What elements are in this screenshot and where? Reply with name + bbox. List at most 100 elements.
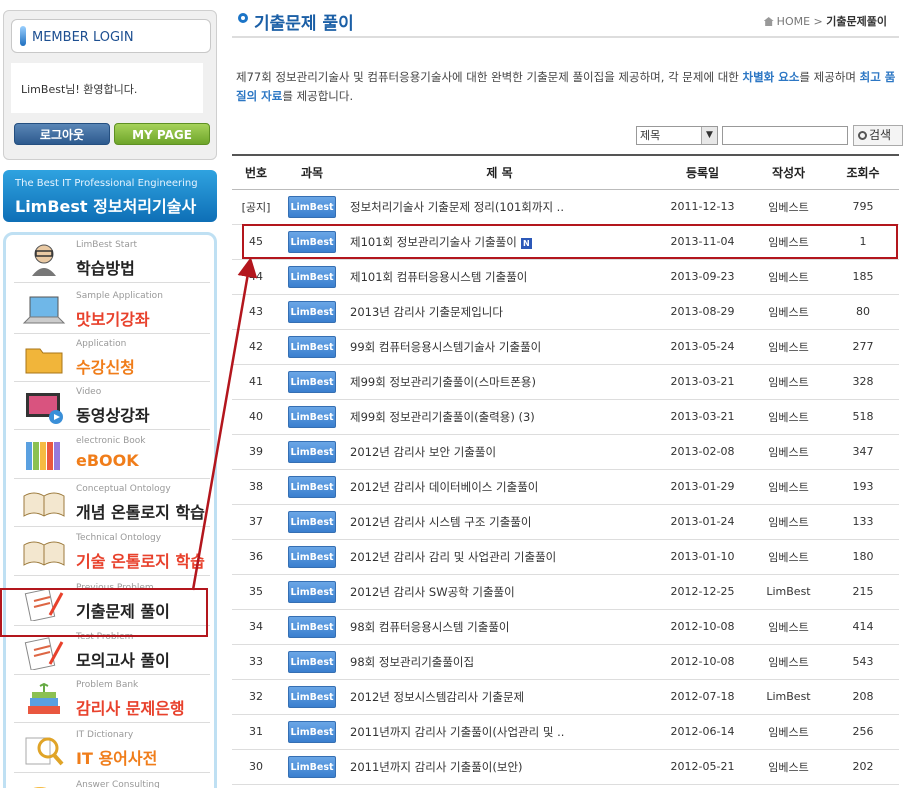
post-title-link[interactable]: 2012년 감리사 시스템 구조 기출풀이 — [350, 515, 531, 529]
limbest-banner[interactable]: The Best IT Professional Engineering Lim… — [3, 170, 217, 222]
cell-title[interactable]: 정보처리기술사 기출문제 정리(101회까지 .. — [344, 189, 655, 225]
cell-date: 2012-10-08 — [655, 609, 750, 645]
cell-subject: LimBest — [280, 714, 344, 750]
cell-author: 임베스트 — [750, 364, 827, 400]
post-title-link[interactable]: 98회 컴퓨터응용시스템 기출풀이 — [350, 620, 509, 634]
cell-number: 31 — [232, 714, 280, 750]
sidebar-menu-item[interactable]: Answer Consulting — [14, 775, 210, 788]
subject-tag: LimBest — [288, 720, 336, 743]
search-icon — [858, 131, 867, 140]
cell-number: [공지] — [232, 189, 280, 225]
post-title-link[interactable]: 98회 정보관리기출풀이집 — [350, 655, 474, 669]
cell-author: 임베스트 — [750, 259, 827, 295]
home-icon[interactable] — [763, 17, 774, 26]
menu-item-english-label: LimBest Start — [76, 240, 138, 250]
table-row[interactable]: 36 LimBest 2012년 감리사 감리 및 사업관리 기출풀이 2013-01… — [232, 539, 899, 575]
breadcrumb-home[interactable]: HOME — [777, 15, 810, 28]
sidebar-menu-item[interactable]: Video 동영상강좌 — [14, 382, 210, 430]
sidebar-menu-item[interactable]: electronic Book eBOOK — [14, 431, 210, 479]
cell-author: LimBest — [750, 574, 827, 610]
cell-title[interactable]: 제101회 컴퓨터응용시스템 기출풀이 — [344, 259, 655, 295]
menu-item-english-label: electronic Book — [76, 436, 146, 446]
cell-title[interactable]: 2012년 감리사 시스템 구조 기출풀이 — [344, 504, 655, 540]
post-title-link[interactable]: 2012년 감리사 데이터베이스 기출풀이 — [350, 480, 538, 494]
post-title-link[interactable]: 2011년까지 감리사 기출풀이(보안) — [350, 760, 523, 774]
table-row[interactable]: 37 LimBest 2012년 감리사 시스템 구조 기출풀이 2013-01-24… — [232, 504, 899, 540]
sidebar-menu-item[interactable]: Technical Ontology 기술 온톨로지 학습 — [14, 528, 210, 576]
cell-number: 35 — [232, 574, 280, 610]
table-row[interactable]: 39 LimBest 2012년 감리사 보안 기출풀이 2013-02-08 임베스트… — [232, 434, 899, 470]
sidebar-menu-item[interactable]: Sample Application 맛보기강좌 — [14, 286, 210, 334]
table-row[interactable]: 35 LimBest 2012년 감리사 SW공학 기출풀이 2012-12-25 Li… — [232, 574, 899, 610]
cell-date: 2013-03-21 — [655, 364, 750, 400]
subject-tag: LimBest — [288, 545, 336, 568]
cell-views: 277 — [827, 329, 899, 365]
cell-title[interactable]: 제99회 정보관리기출풀이(출력용) (3) — [344, 399, 655, 435]
logout-button[interactable]: 로그아웃 — [14, 123, 110, 145]
sidebar-menu-item[interactable]: Problem Bank 감리사 문제은행 — [14, 675, 210, 723]
cell-title[interactable]: 2011년까지 감리사 기출풀이(보안) — [344, 749, 655, 785]
menu-item-english-label: Application — [76, 339, 127, 349]
cell-title[interactable]: 98회 컴퓨터응용시스템 기출풀이 — [344, 609, 655, 645]
post-title-link[interactable]: 2012년 감리사 감리 및 사업관리 기출풀이 — [350, 550, 556, 564]
cell-title[interactable]: 2013년 감리사 기출문제입니다 — [344, 294, 655, 330]
cell-title[interactable]: 2011년까지 감리사 기출풀이(사업관리 및 .. — [344, 714, 655, 750]
cell-subject: LimBest — [280, 469, 344, 505]
login-box: MEMBER LOGIN LimBest님! 환영합니다. 로그아웃 MY PA… — [3, 10, 217, 160]
search-field-select[interactable]: 제목 ▼ — [636, 126, 718, 145]
highlight-box-sidebar — [0, 588, 208, 637]
cell-views: 133 — [827, 504, 899, 540]
cell-title[interactable]: 99회 컴퓨터응용시스템기술사 기출풀이 — [344, 329, 655, 365]
cell-number: 37 — [232, 504, 280, 540]
post-title-link[interactable]: 2013년 감리사 기출문제입니다 — [350, 305, 503, 319]
cell-date: 2013-08-29 — [655, 294, 750, 330]
cell-title[interactable]: 2012년 감리사 데이터베이스 기출풀이 — [344, 469, 655, 505]
post-title-link[interactable]: 2012년 감리사 SW공학 기출풀이 — [350, 585, 515, 599]
post-title-link[interactable]: 제99회 정보관리기출풀이(스마트폰용) — [350, 375, 536, 389]
cell-title[interactable]: 제99회 정보관리기출풀이(스마트폰용) — [344, 364, 655, 400]
menu-item-label: 기술 온톨로지 학습 — [76, 552, 205, 571]
sidebar-menu-item[interactable]: IT Dictionary IT 용어사전 — [14, 725, 210, 773]
table-row[interactable]: 43 LimBest 2013년 감리사 기출문제입니다 2013-08-29 임베스트… — [232, 294, 899, 330]
table-row[interactable]: 42 LimBest 99회 컴퓨터응용시스템기술사 기출풀이 2013-05-24 임… — [232, 329, 899, 365]
sidebar: MEMBER LOGIN LimBest님! 환영합니다. 로그아웃 MY PA… — [0, 0, 222, 788]
table-row[interactable]: [공지] LimBest 정보처리기술사 기출문제 정리(101회까지 .. 2011… — [232, 189, 899, 225]
table-row[interactable]: 30 LimBest 2011년까지 감리사 기출풀이(보안) 2012-05-21 임… — [232, 749, 899, 785]
cell-title[interactable]: 2012년 감리사 보안 기출풀이 — [344, 434, 655, 470]
search-button[interactable]: 검색 — [853, 125, 903, 146]
laptop-icon — [20, 293, 68, 329]
mypage-button[interactable]: MY PAGE — [114, 123, 210, 145]
table-row[interactable]: 44 LimBest 제101회 컴퓨터응용시스템 기출풀이 2013-09-23 임베… — [232, 259, 899, 295]
cell-subject: LimBest — [280, 329, 344, 365]
table-row[interactable]: 41 LimBest 제99회 정보관리기출풀이(스마트폰용) 2013-03-21 임… — [232, 364, 899, 400]
cell-title[interactable]: 2012년 정보시스템감리사 기출문제 — [344, 679, 655, 715]
post-title-link[interactable]: 제101회 컴퓨터응용시스템 기출풀이 — [350, 270, 527, 284]
table-row[interactable]: 38 LimBest 2012년 감리사 데이터베이스 기출풀이 2013-01-29… — [232, 469, 899, 505]
title-bar: 기출문제 풀이 HOME > 기출문제풀이 — [232, 0, 899, 38]
cell-title[interactable]: 2012년 감리사 SW공학 기출풀이 — [344, 574, 655, 610]
sidebar-menu-item[interactable]: LimBest Start 학습방법 — [14, 235, 210, 283]
video-icon — [20, 389, 68, 425]
table-row[interactable]: 32 LimBest 2012년 정보시스템감리사 기출문제 2012-07-18 Li… — [232, 679, 899, 715]
cell-title[interactable]: 98회 정보관리기출풀이집 — [344, 644, 655, 680]
table-row[interactable]: 34 LimBest 98회 컴퓨터응용시스템 기출풀이 2012-10-08 임베스트… — [232, 609, 899, 645]
post-title-link[interactable]: 2012년 정보시스템감리사 기출문제 — [350, 690, 524, 704]
banner-title: LimBest 정보처리기술사 — [15, 197, 197, 216]
cell-author: 임베스트 — [750, 644, 827, 680]
post-title-link[interactable]: 제99회 정보관리기출풀이(출력용) (3) — [350, 410, 535, 424]
cell-subject: LimBest — [280, 259, 344, 295]
table-row[interactable]: 33 LimBest 98회 정보관리기출풀이집 2012-10-08 임베스트 543 — [232, 644, 899, 680]
post-title-link[interactable]: 정보처리기술사 기출문제 정리(101회까지 .. — [350, 200, 564, 214]
post-title-link[interactable]: 99회 컴퓨터응용시스템기술사 기출풀이 — [350, 340, 541, 354]
sidebar-menu-item[interactable]: Conceptual Ontology 개념 온톨로지 학습 — [14, 479, 210, 527]
cell-subject: LimBest — [280, 644, 344, 680]
table-row[interactable]: 31 LimBest 2011년까지 감리사 기출풀이(사업관리 및 .. 2012-… — [232, 714, 899, 750]
table-row[interactable]: 40 LimBest 제99회 정보관리기출풀이(출력용) (3) 2013-03-2… — [232, 399, 899, 435]
search-input[interactable] — [722, 126, 848, 145]
cell-number: 44 — [232, 259, 280, 295]
chevron-down-icon[interactable]: ▼ — [701, 127, 717, 144]
cell-title[interactable]: 2012년 감리사 감리 및 사업관리 기출풀이 — [344, 539, 655, 575]
post-title-link[interactable]: 2012년 감리사 보안 기출풀이 — [350, 445, 496, 459]
post-title-link[interactable]: 2011년까지 감리사 기출풀이(사업관리 및 .. — [350, 725, 564, 739]
sidebar-menu-item[interactable]: Application 수강신청 — [14, 334, 210, 382]
